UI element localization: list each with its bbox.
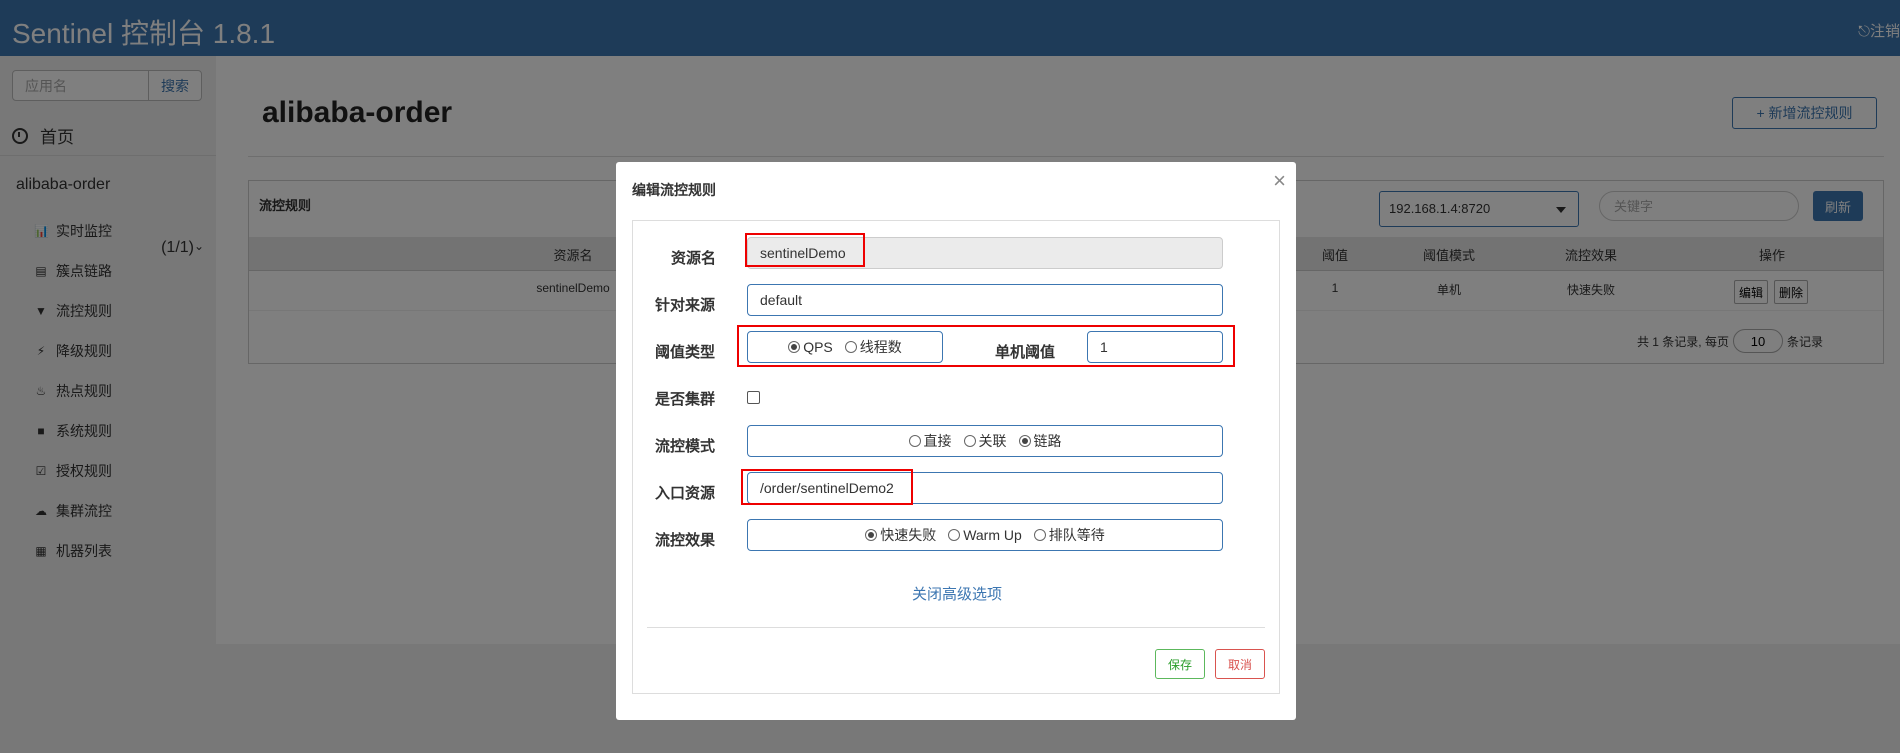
- origin-field[interactable]: default: [747, 284, 1223, 316]
- dialog-title: 编辑流控规则: [632, 182, 716, 198]
- radio-unchecked-icon: [1033, 529, 1046, 541]
- strategy-option-chain[interactable]: 链路: [1018, 431, 1062, 451]
- radio-checked-icon: [1018, 435, 1031, 447]
- behavior-option-queue[interactable]: 排队等待: [1033, 525, 1105, 545]
- behavior-option-warm-up[interactable]: Warm Up: [948, 527, 1022, 543]
- strategy-label: 流控模式: [655, 438, 716, 455]
- radio-label: Warm Up: [963, 527, 1022, 543]
- highlight-box: [737, 325, 1235, 367]
- behavior-label: 流控效果: [655, 532, 716, 549]
- cluster-checkbox[interactable]: [747, 391, 760, 404]
- radio-label: 关联: [978, 433, 1007, 449]
- radio-label: 快速失败: [880, 527, 937, 543]
- origin-label: 针对来源: [655, 297, 716, 314]
- strategy-radio-group: 直接 关联 链路: [747, 425, 1223, 457]
- radio-unchecked-icon: [948, 529, 961, 541]
- strategy-option-direct[interactable]: 直接: [908, 431, 952, 451]
- toggle-advanced-link[interactable]: 关闭高级选项: [633, 583, 1281, 604]
- grade-label: 阈值类型: [655, 344, 716, 361]
- cluster-label: 是否集群: [655, 391, 716, 408]
- entry-label: 入口资源: [655, 485, 716, 502]
- radio-unchecked-icon: [908, 435, 921, 447]
- cancel-button[interactable]: 取消: [1215, 649, 1265, 679]
- radio-checked-icon: [865, 529, 878, 541]
- highlight-box: [745, 233, 865, 267]
- close-icon[interactable]: ×: [1273, 168, 1286, 194]
- behavior-option-fast-fail[interactable]: 快速失败: [865, 525, 936, 545]
- save-button[interactable]: 保存: [1155, 649, 1205, 679]
- radio-label: 链路: [1033, 433, 1062, 449]
- dialog-form: 资源名 sentinelDemo 针对来源 default 阈值类型 QPS 线…: [632, 220, 1280, 694]
- highlight-box: [741, 469, 913, 505]
- strategy-option-relate[interactable]: 关联: [963, 431, 1007, 451]
- radio-unchecked-icon: [963, 435, 976, 447]
- edit-flow-rule-dialog: 编辑流控规则 × 资源名 sentinelDemo 针对来源 default 阈…: [616, 162, 1296, 720]
- divider: [647, 627, 1265, 628]
- radio-label: 排队等待: [1048, 527, 1105, 543]
- radio-label: 直接: [923, 433, 952, 449]
- resource-label: 资源名: [671, 250, 717, 267]
- behavior-radio-group: 快速失败 Warm Up 排队等待: [747, 519, 1223, 551]
